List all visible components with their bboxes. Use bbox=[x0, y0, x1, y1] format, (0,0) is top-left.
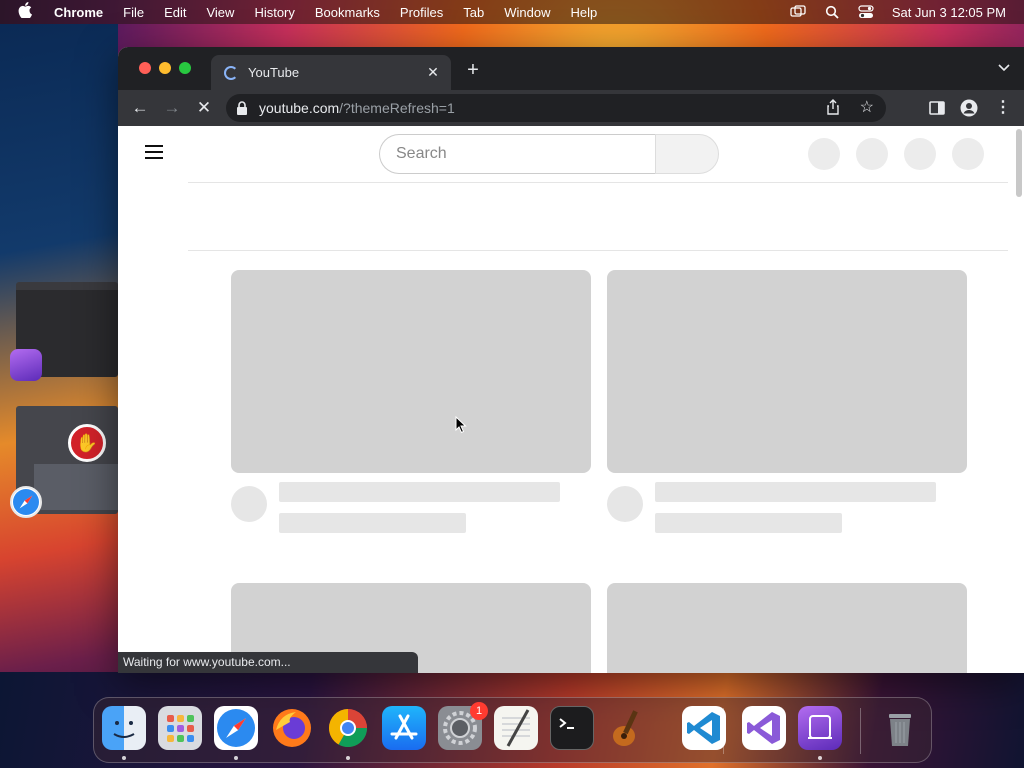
tab-search-chevron-icon[interactable] bbox=[996, 61, 1012, 77]
title-placeholder bbox=[279, 482, 560, 502]
menu-view[interactable]: View bbox=[206, 5, 234, 20]
thumbnail-panel bbox=[34, 464, 118, 510]
tab-strip: YouTube ✕ + bbox=[118, 47, 1024, 90]
trash-icon[interactable] bbox=[878, 706, 922, 750]
menu-bar: Chrome File Edit View History Bookmarks … bbox=[0, 0, 1024, 24]
menu-window[interactable]: Window bbox=[504, 5, 550, 20]
dock: 1 bbox=[93, 697, 932, 763]
header-button-placeholder[interactable] bbox=[808, 138, 840, 170]
menu-bookmarks[interactable]: Bookmarks bbox=[315, 5, 380, 20]
apple-configurator-icon[interactable] bbox=[10, 349, 42, 381]
header-divider bbox=[188, 182, 1008, 183]
meta-placeholder bbox=[655, 513, 842, 533]
wallpaper-left bbox=[0, 24, 118, 768]
lock-icon[interactable] bbox=[236, 101, 250, 115]
menu-app-name[interactable]: Chrome bbox=[54, 5, 103, 20]
minimize-window-button[interactable] bbox=[159, 62, 171, 74]
stop-loading-button[interactable]: ✕ bbox=[194, 98, 214, 118]
search-button[interactable] bbox=[655, 134, 719, 174]
menu-help[interactable]: Help bbox=[571, 5, 598, 20]
mouse-pointer-icon bbox=[455, 416, 467, 434]
status-bubble: Waiting for www.youtube.com... bbox=[118, 652, 418, 673]
chrome-menu-icon[interactable]: ⋮ bbox=[994, 99, 1012, 117]
meta-placeholder bbox=[279, 513, 466, 533]
menu-bar-clock[interactable]: Sat Jun 3 12:05 PM bbox=[892, 5, 1006, 20]
textedit-icon[interactable] bbox=[494, 706, 538, 750]
spotlight-search-icon[interactable] bbox=[824, 5, 840, 19]
garageband-icon[interactable] bbox=[606, 706, 650, 750]
running-indicator bbox=[346, 756, 350, 760]
menu-history[interactable]: History bbox=[254, 5, 294, 20]
apple-icon[interactable] bbox=[18, 2, 38, 22]
notification-badge: 1 bbox=[470, 702, 488, 720]
firefox-icon[interactable] bbox=[270, 706, 314, 750]
running-indicator bbox=[234, 756, 238, 760]
bookmark-star-icon[interactable]: ☆ bbox=[860, 97, 874, 117]
system-settings-icon[interactable]: 1 bbox=[438, 702, 488, 750]
safari-icon[interactable] bbox=[10, 486, 42, 518]
safari-icon[interactable] bbox=[214, 706, 258, 750]
control-center-icon[interactable] bbox=[858, 5, 874, 19]
new-tab-button[interactable]: + bbox=[463, 60, 483, 80]
launchpad-icon[interactable] bbox=[158, 706, 202, 750]
chrome-window: YouTube ✕ + ← → ✕ youtube.com/?themeRefr… bbox=[118, 47, 1024, 673]
back-button[interactable]: ← bbox=[130, 98, 150, 118]
side-panel-icon[interactable] bbox=[928, 99, 946, 117]
share-icon[interactable] bbox=[826, 99, 842, 117]
video-thumbnail-placeholder[interactable] bbox=[607, 270, 967, 473]
stop-hand-icon: ✋ bbox=[68, 424, 106, 462]
menu-edit[interactable]: Edit bbox=[164, 5, 186, 20]
header-button-placeholder[interactable] bbox=[856, 138, 888, 170]
running-indicator bbox=[818, 756, 822, 760]
address-bar[interactable]: youtube.com/?themeRefresh=1 ☆ bbox=[226, 94, 886, 122]
header-button-placeholder[interactable] bbox=[952, 138, 984, 170]
forward-button[interactable]: → bbox=[162, 98, 182, 118]
menu-profiles[interactable]: Profiles bbox=[400, 5, 443, 20]
tab-title: YouTube bbox=[248, 65, 300, 80]
page-scrollbar[interactable] bbox=[1016, 129, 1022, 197]
fullscreen-window-button[interactable] bbox=[179, 62, 191, 74]
apple-configurator-icon[interactable] bbox=[798, 706, 842, 750]
finder-icon[interactable] bbox=[102, 706, 146, 750]
tab-youtube[interactable]: YouTube ✕ bbox=[211, 55, 451, 90]
menu-file[interactable]: File bbox=[123, 5, 144, 20]
guide-menu-icon[interactable] bbox=[145, 145, 163, 159]
dock-separator bbox=[860, 708, 861, 754]
app-store-icon[interactable] bbox=[382, 706, 426, 750]
search-input[interactable]: Search bbox=[379, 134, 656, 174]
loading-spinner-icon bbox=[224, 65, 238, 80]
visual-studio-icon[interactable] bbox=[742, 706, 786, 750]
running-indicator bbox=[122, 756, 126, 760]
url-host: youtube.com bbox=[259, 100, 340, 116]
browser-toolbar: ← → ✕ youtube.com/?themeRefresh=1 ☆ ⋮ bbox=[118, 90, 1024, 126]
video-thumbnail-placeholder[interactable] bbox=[231, 270, 591, 473]
terminal-icon[interactable] bbox=[550, 706, 594, 750]
chips-divider bbox=[188, 250, 1008, 251]
menu-tab[interactable]: Tab bbox=[463, 5, 484, 20]
video-thumbnail-placeholder[interactable] bbox=[607, 583, 967, 673]
youtube-page: Search Waiting for www.youtube.com... bbox=[118, 126, 1024, 673]
title-placeholder bbox=[655, 482, 936, 502]
profile-avatar-icon[interactable] bbox=[960, 99, 978, 117]
url-path: /?themeRefresh=1 bbox=[339, 100, 455, 116]
close-tab-icon[interactable]: ✕ bbox=[425, 64, 441, 80]
screen-mirroring-icon[interactable] bbox=[790, 5, 806, 19]
close-window-button[interactable] bbox=[139, 62, 151, 74]
header-button-placeholder[interactable] bbox=[904, 138, 936, 170]
visual-studio-code-icon[interactable] bbox=[682, 706, 726, 750]
channel-avatar-placeholder bbox=[231, 486, 267, 522]
chrome-icon[interactable] bbox=[326, 706, 370, 750]
channel-avatar-placeholder bbox=[607, 486, 643, 522]
